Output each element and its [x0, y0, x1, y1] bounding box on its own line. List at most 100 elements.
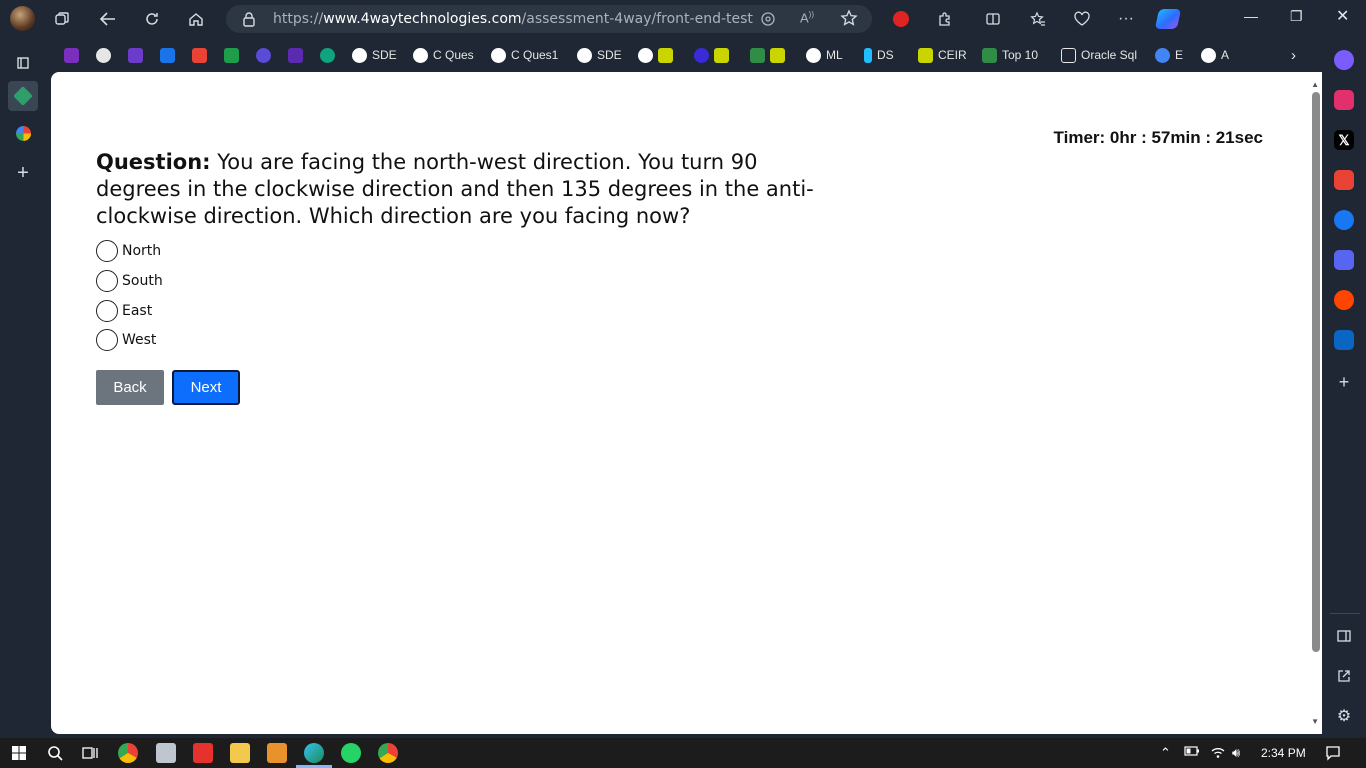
tab-actions-icon[interactable] [8, 48, 38, 78]
minimize-icon[interactable]: — [1244, 8, 1258, 24]
open-external-icon[interactable] [1334, 666, 1354, 686]
back-arrow-icon[interactable] [94, 5, 122, 33]
gmail-icon[interactable] [192, 46, 212, 64]
task-view-icon[interactable] [80, 743, 100, 763]
sublime-text-icon[interactable] [267, 743, 287, 763]
workspaces-icon[interactable] [48, 5, 76, 33]
browser-essentials-icon[interactable] [1068, 5, 1096, 33]
taskbar-clock[interactable]: 2:34 PM [1261, 746, 1306, 760]
scroll-down-arrow-icon[interactable]: ▼ [1311, 717, 1319, 726]
new-tab-plus-icon[interactable]: + [8, 158, 38, 188]
bookmark-sde-2[interactable]: SDE [577, 46, 622, 64]
split-screen-icon[interactable] [979, 5, 1007, 33]
linkedin-icon[interactable] [1334, 330, 1354, 350]
radio-north[interactable] [96, 240, 118, 262]
google-tab-icon[interactable] [8, 118, 38, 148]
scroll-up-arrow-icon[interactable]: ▲ [1311, 80, 1319, 89]
edge-taskbar-icon[interactable] [304, 743, 324, 763]
messenger-icon[interactable] [1334, 50, 1354, 70]
bookmark-a[interactable]: A [1201, 46, 1229, 64]
bookmarks-bar: SDE C Ques C Ques1 SDE ML DS CEIR Top 10… [0, 40, 1366, 68]
reddit-icon[interactable] [1334, 290, 1354, 310]
address-bar[interactable]: https://www.4waytechnologies.com/assessm… [226, 5, 872, 33]
show-hidden-icons-chevron-icon[interactable]: ⌃ [1160, 745, 1171, 761]
bookmark-cques[interactable]: C Ques [413, 46, 474, 64]
discord-icon[interactable] [1334, 250, 1354, 270]
anydesk-taskbar-icon[interactable] [193, 743, 213, 763]
option-west[interactable]: West [96, 328, 156, 352]
x-icon[interactable]: 𝕏 [1334, 130, 1354, 150]
bookmarks-more-chevron-icon[interactable]: › [1291, 46, 1296, 64]
facebook-icon[interactable] [1334, 210, 1354, 230]
bookmark-sde-1[interactable]: SDE [352, 46, 397, 64]
option-label: North [122, 243, 162, 259]
radio-south[interactable] [96, 270, 118, 292]
search-icon[interactable] [45, 743, 65, 763]
gmail-sidebar-icon[interactable] [1334, 170, 1354, 190]
page-scrollbar[interactable] [1312, 92, 1320, 652]
browser-title-bar: https://www.4waytechnologies.com/assessm… [0, 0, 1366, 38]
radio-west[interactable] [96, 329, 118, 351]
sheets-icon[interactable] [224, 46, 244, 64]
read-aloud-icon[interactable]: A)) [800, 10, 814, 25]
profile-avatar[interactable] [10, 6, 35, 31]
bookmark-icon-1[interactable] [64, 46, 84, 64]
extension-hand-icon[interactable] [887, 5, 915, 33]
sidebar-divider [1330, 613, 1360, 614]
right-sidebar: 𝕏 + ⚙ [1322, 42, 1366, 738]
option-north[interactable]: North [96, 239, 161, 263]
bookmark-icon-7[interactable] [256, 46, 276, 64]
sidebar-settings-gear-icon[interactable]: ⚙ [1334, 706, 1354, 726]
favorites-icon[interactable] [1024, 5, 1052, 33]
bookmark-ceir[interactable]: CEIR [918, 46, 967, 64]
notifications-icon[interactable] [1325, 745, 1341, 764]
bookmark-google-1[interactable] [638, 46, 678, 64]
lock-icon [242, 11, 256, 32]
chatgpt-icon[interactable] [320, 46, 340, 64]
outlook-icon[interactable] [160, 46, 180, 64]
location-icon[interactable] [760, 11, 776, 32]
instagram-icon[interactable] [1334, 90, 1354, 110]
windows-taskbar: ⌃ 🔊︎ 2:34 PM [0, 738, 1366, 768]
sidebar-panel-icon[interactable] [1334, 626, 1354, 646]
bookmark-cques1[interactable]: C Ques1 [491, 46, 558, 64]
whatsapp-taskbar-icon[interactable] [341, 743, 361, 763]
radio-east[interactable] [96, 300, 118, 322]
close-icon[interactable]: ✕ [1336, 6, 1349, 26]
home-icon[interactable] [182, 5, 210, 33]
option-label: West [122, 332, 157, 348]
favorite-star-icon[interactable] [840, 9, 858, 32]
option-east[interactable]: East [96, 299, 152, 323]
question-label: Question: [96, 150, 211, 174]
url-text[interactable]: https://www.4waytechnologies.com/assessm… [273, 11, 753, 27]
chrome-2-taskbar-icon[interactable] [378, 743, 398, 763]
windows-start-icon[interactable] [9, 743, 29, 763]
chrome-taskbar-icon[interactable] [118, 743, 138, 763]
add-sidebar-app-icon[interactable]: + [1334, 372, 1354, 392]
next-button[interactable]: Next [172, 370, 240, 405]
bookmark-ml[interactable]: ML [806, 46, 843, 64]
refresh-icon[interactable] [138, 5, 166, 33]
more-options-icon[interactable]: ··· [1112, 5, 1140, 33]
option-label: East [122, 303, 153, 319]
bookmark-oracle-sql[interactable]: Oracle Sql [1061, 46, 1137, 64]
bookmark-top10[interactable]: Top 10 [982, 46, 1038, 64]
restore-icon[interactable]: ❐ [1290, 8, 1303, 25]
wifi-icon[interactable] [1210, 745, 1226, 762]
back-button[interactable]: Back [96, 370, 164, 405]
app-taskbar-icon[interactable] [156, 743, 176, 763]
bookmark-ds[interactable]: DS [864, 46, 894, 64]
bookmark-gfg[interactable] [750, 46, 790, 64]
option-south[interactable]: South [96, 269, 163, 293]
battery-icon[interactable] [1184, 745, 1200, 760]
active-tab-favicon-icon[interactable] [8, 81, 38, 111]
copilot-icon[interactable] [1154, 5, 1182, 33]
extensions-puzzle-icon[interactable] [931, 5, 959, 33]
bookmark-icon-8[interactable] [288, 46, 308, 64]
volume-icon[interactable]: 🔊︎ [1232, 745, 1240, 761]
file-explorer-icon[interactable] [230, 743, 250, 763]
bookmark-icon-3[interactable] [128, 46, 148, 64]
bookmark-icon-geeks[interactable] [694, 46, 734, 64]
bookmark-e[interactable]: E [1155, 46, 1183, 64]
bookmark-icon-2[interactable] [96, 46, 116, 64]
